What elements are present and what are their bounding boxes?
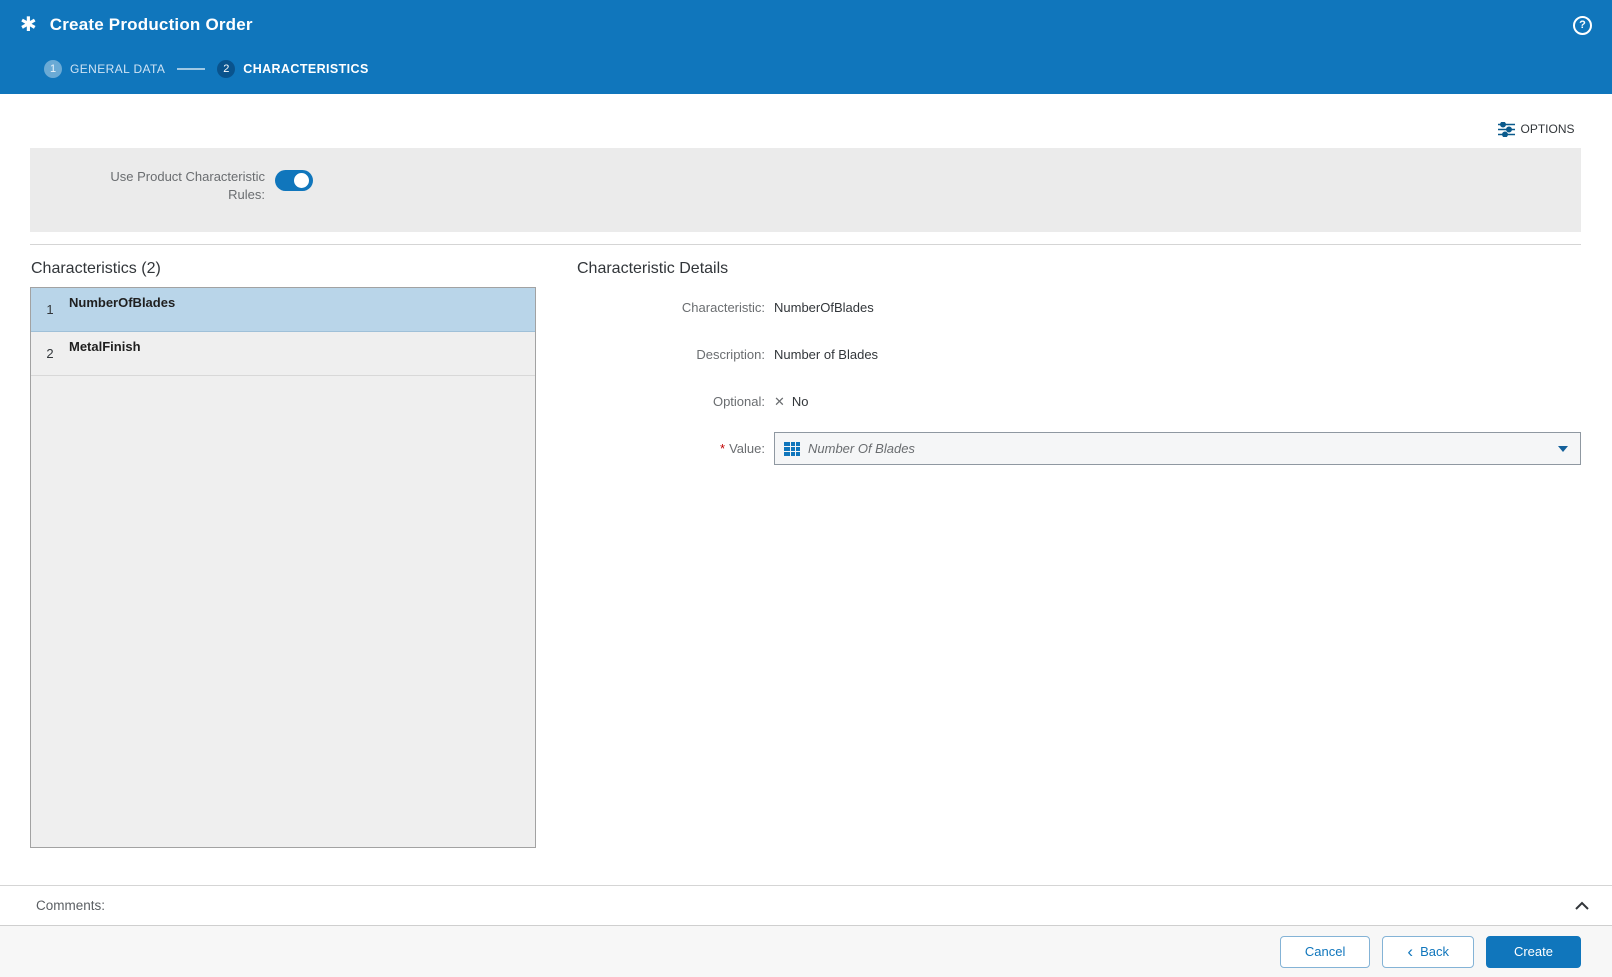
value-row: * Value: Number Of Blades <box>577 425 1581 472</box>
use-rules-toggle[interactable] <box>275 170 313 191</box>
characteristic-row: Characteristic: NumberOfBlades <box>577 284 1581 331</box>
optional-value-text: No <box>792 394 809 409</box>
back-label: Back <box>1420 944 1449 959</box>
required-asterisk: * <box>720 441 725 456</box>
characteristic-details-title: Characteristic Details <box>577 260 728 278</box>
wizard-steps: 1 GENERAL DATA 2 CHARACTERISTICS <box>0 50 1612 88</box>
x-mark-icon: ✕ <box>774 394 785 410</box>
cancel-button[interactable]: Cancel <box>1280 936 1370 968</box>
panel-divider <box>30 244 1581 245</box>
description-value: Number of Blades <box>774 347 878 362</box>
optional-row: Optional: ✕ No <box>577 378 1581 425</box>
step-characteristics[interactable]: 2 CHARACTERISTICS <box>217 60 368 78</box>
value-label-text: Value: <box>729 441 765 456</box>
create-button[interactable]: Create <box>1486 936 1581 968</box>
app-asterisk-icon: ✱ <box>20 15 37 35</box>
back-button[interactable]: ‹ Back <box>1382 936 1474 968</box>
footer-bar: Cancel ‹ Back Create <box>0 925 1612 977</box>
step-2-label: CHARACTERISTICS <box>243 62 368 76</box>
characteristic-label: Characteristic: <box>577 300 765 315</box>
description-row: Description: Number of Blades <box>577 331 1581 378</box>
row-index: 1 <box>31 288 69 331</box>
title-bar: ✱ Create Production Order ? <box>0 0 1612 50</box>
options-sliders-icon <box>1498 122 1515 137</box>
row-name: NumberOfBlades <box>69 288 175 331</box>
value-label: * Value: <box>577 441 765 456</box>
optional-label: Optional: <box>577 394 765 409</box>
help-icon[interactable]: ? <box>1573 16 1592 35</box>
characteristic-details-form: Characteristic: NumberOfBlades Descripti… <box>577 284 1581 472</box>
header: ✱ Create Production Order ? 1 GENERAL DA… <box>0 0 1612 94</box>
characteristics-list-title: Characteristics (2) <box>31 260 161 278</box>
step-1-label: GENERAL DATA <box>70 62 165 76</box>
characteristic-value: NumberOfBlades <box>774 300 874 315</box>
row-index: 2 <box>31 332 69 375</box>
comments-bar: Comments: <box>0 885 1612 925</box>
collapse-chevron-icon[interactable] <box>1574 900 1590 912</box>
page-title: Create Production Order <box>50 15 253 35</box>
toggle-knob <box>294 173 309 188</box>
options-label: OPTIONS <box>1520 122 1574 136</box>
list-item-metalfinish[interactable]: 2 MetalFinish <box>31 332 535 376</box>
step-2-circle: 2 <box>217 60 235 78</box>
back-chevron-icon: ‹ <box>1407 943 1413 960</box>
step-1-circle: 1 <box>44 60 62 78</box>
dropdown-arrow-icon[interactable] <box>1546 433 1580 464</box>
description-label: Description: <box>577 347 765 362</box>
value-combobox[interactable]: Number Of Blades <box>774 432 1581 465</box>
rules-panel: Use Product Characteristic Rules: <box>30 148 1581 232</box>
value-placeholder: Number Of Blades <box>808 441 1546 456</box>
list-item-numberofblades[interactable]: 1 NumberOfBlades <box>31 288 535 332</box>
characteristics-list: 1 NumberOfBlades 2 MetalFinish <box>30 287 536 848</box>
step-general-data[interactable]: 1 GENERAL DATA <box>44 60 165 78</box>
use-rules-label: Use Product Characteristic Rules: <box>75 168 265 204</box>
options-button[interactable]: OPTIONS <box>1492 110 1581 148</box>
comments-label: Comments: <box>36 898 105 913</box>
main-content: OPTIONS Use Product Characteristic Rules… <box>0 94 1612 885</box>
step-connector <box>177 68 205 70</box>
value-help-grid-icon <box>784 442 800 456</box>
optional-value: ✕ No <box>774 394 809 410</box>
row-name: MetalFinish <box>69 332 141 375</box>
